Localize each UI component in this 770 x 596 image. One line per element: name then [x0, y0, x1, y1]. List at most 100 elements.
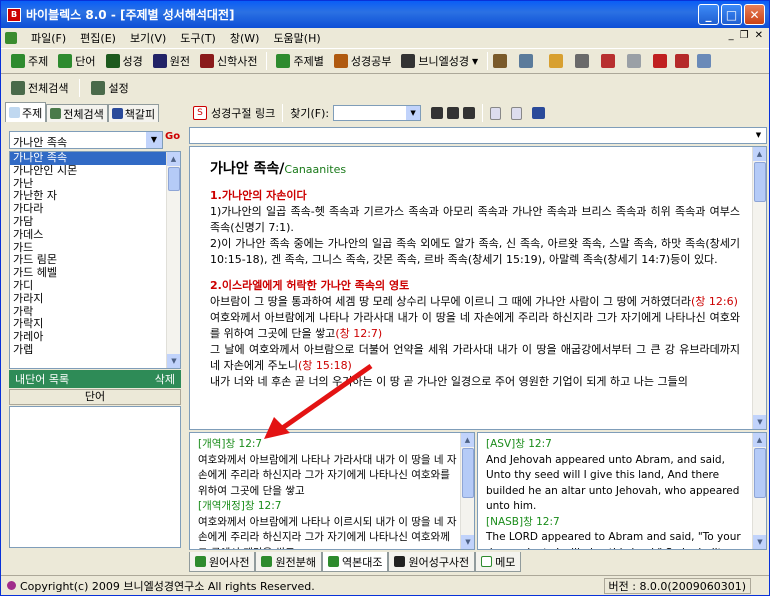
list-scrollbar[interactable]: ▲ ▼: [166, 152, 180, 368]
theme-tab-icon: [9, 107, 20, 118]
list-item[interactable]: 가데스: [10, 228, 180, 242]
verse-link-button[interactable]: 성경구절 링크: [211, 105, 275, 121]
dictionary-button[interactable]: 신학사전: [196, 51, 261, 71]
status-icon: [7, 581, 16, 590]
my-words-bar: 내단어 목록 삭제: [9, 370, 181, 388]
list-item[interactable]: 가디: [10, 279, 180, 293]
verse-link[interactable]: (창 12:6): [691, 295, 738, 308]
list-item[interactable]: 가담: [10, 215, 180, 229]
maximize-button[interactable]: □: [721, 4, 742, 25]
minimize-button[interactable]: _: [698, 4, 719, 25]
verse-link[interactable]: (창 15:18): [298, 359, 352, 372]
menu-view[interactable]: 보기(V): [130, 30, 166, 46]
list-item[interactable]: 가레아: [10, 330, 180, 344]
tab-search-all[interactable]: 전체검색: [46, 104, 108, 122]
version-heading: [개역개정]창 12:7: [198, 500, 282, 512]
list-item[interactable]: 가다라: [10, 202, 180, 216]
content-view: 가나안 족속/Canaanites 1.가나안의 자손이다 1)가나안의 일곱 …: [189, 146, 767, 430]
tool-d-icon[interactable]: [575, 54, 590, 68]
chevron-down-icon[interactable]: ▼: [751, 128, 766, 143]
copyright-text: Copyright(c) 2009 브니엘성경연구소 All rights Re…: [20, 579, 315, 593]
tab-bookmark[interactable]: 책갈피: [107, 104, 160, 122]
menu-tools[interactable]: 도구(T): [180, 30, 216, 46]
original-button[interactable]: 원전: [149, 51, 194, 71]
topic-combo[interactable]: 가나안 족속 ▼: [9, 131, 163, 149]
version-heading: [개역]창 12:7: [198, 438, 263, 450]
tab-version-compare[interactable]: 역본대조: [321, 552, 389, 572]
menu-edit[interactable]: 편집(E): [80, 30, 116, 46]
version-heading: [ASV]창 12:7: [486, 438, 552, 450]
page-title: 가나안 족속/Canaanites: [210, 161, 347, 177]
topic-icon: [276, 54, 291, 68]
link-icon[interactable]: S: [193, 106, 207, 120]
settings-icon: [91, 81, 106, 95]
tool-f-icon[interactable]: [627, 54, 642, 68]
page-icon[interactable]: [490, 106, 502, 120]
find-next-icon[interactable]: [447, 107, 460, 119]
version-compare-icon: [327, 556, 339, 567]
search-all-button[interactable]: 전체검색: [7, 78, 72, 98]
tab-theme[interactable]: 주제: [5, 102, 47, 122]
compare-right-scrollbar[interactable]: ▲ ▼: [752, 433, 766, 549]
compare-right-pane: [ASV]창 12:7 And Jehovah appeared unto Ab…: [477, 432, 767, 550]
compare-left-scrollbar[interactable]: ▲ ▼: [460, 433, 474, 549]
tool-c-icon[interactable]: [549, 54, 564, 68]
peniel-bible-button[interactable]: 브니엘성경 ▼: [397, 51, 482, 71]
list-item[interactable]: 가라지: [10, 292, 180, 306]
mdi-minimize-button[interactable]: _: [729, 30, 734, 41]
bible-button[interactable]: 성경: [102, 51, 147, 71]
menu-bar: 파일(F) 편집(E) 보기(V) 도구(T) 창(W) 도움말(H): [1, 28, 769, 48]
dropdown-arrow-icon: ▼: [471, 56, 479, 66]
list-item[interactable]: 가드 헤벨: [10, 266, 180, 280]
verse-link[interactable]: (창 12:7): [335, 327, 382, 340]
tool-h-icon[interactable]: [675, 54, 690, 68]
original-analysis-icon: [261, 556, 273, 567]
word-column-header: 단어: [9, 389, 181, 405]
list-item[interactable]: 가렙: [10, 343, 180, 357]
tool-i-icon[interactable]: [697, 54, 712, 68]
study-button[interactable]: 성경공부: [330, 51, 395, 71]
word-button[interactable]: 단어: [54, 51, 99, 71]
topic-button[interactable]: 주제별: [272, 51, 327, 71]
study-icon: [333, 54, 348, 68]
tab-original-analysis[interactable]: 원전분해: [255, 552, 322, 572]
verse-text: And Jehovah appeared unto Abram, and sai…: [486, 453, 740, 513]
list-item[interactable]: 가나안인 시몬: [10, 164, 180, 178]
tool-e-icon[interactable]: [601, 54, 616, 68]
tool-b-icon[interactable]: [519, 54, 534, 68]
verse-text: 여호와께서 아브람에게 나타나 가라사대 내가 이 땅을 네 자손에게 주리라 …: [198, 453, 457, 497]
find-icon[interactable]: [431, 107, 444, 119]
content-scrollbar[interactable]: ▲ ▼: [752, 147, 766, 429]
menu-window[interactable]: 창(W): [230, 30, 260, 46]
address-combo[interactable]: ▼: [189, 127, 767, 144]
original-icon: [152, 54, 167, 68]
section-heading: 2.이스라엘에게 허락한 가나안 족속의 영토: [210, 279, 410, 292]
page-copy-icon[interactable]: [511, 106, 523, 120]
menu-help[interactable]: 도움말(H): [273, 30, 320, 46]
tab-original-concordance[interactable]: 원어성구사전: [388, 552, 476, 572]
paragraph: 여호와께서 아브람에게 나타나 가라사대 내가 이 땅을 네 자손에게 주리라 …: [210, 311, 740, 340]
tab-original-dictionary[interactable]: 원어사전: [189, 552, 256, 572]
paragraph: 2)이 가나안 족속 중에는 가나안의 일곱 족속 외에도 알가 족속, 신 족…: [210, 237, 740, 266]
chevron-down-icon[interactable]: ▼: [146, 132, 162, 148]
go-button[interactable]: Go: [165, 131, 181, 149]
find-input[interactable]: ▼: [333, 105, 422, 121]
paragraph: 내가 너와 네 후손 곧 너의 우거하는 이 땅 곧 가나안 일경으로 주어 영…: [210, 375, 688, 388]
tab-memo[interactable]: 메모: [475, 552, 522, 572]
theme-icon: [11, 54, 25, 68]
mdi-restore-button[interactable]: ❐: [740, 30, 749, 41]
mdi-close-button[interactable]: ✕: [755, 30, 763, 41]
close-button[interactable]: ✕: [744, 4, 765, 25]
tool-g-icon[interactable]: [653, 54, 668, 68]
menu-file[interactable]: 파일(F): [31, 30, 66, 46]
list-item[interactable]: 가나안 족속: [10, 152, 180, 165]
book-icon[interactable]: [532, 107, 546, 119]
content-toolbar: S 성경구절 링크 찾기(F): ▼: [189, 102, 767, 124]
my-words-list: [9, 406, 181, 548]
theme-button[interactable]: 주제: [7, 51, 52, 71]
main-toolbar: 주제 단어 성경 원전 신학사전 주제별 성경공부 브니엘성경 ▼: [1, 48, 769, 74]
tool-a-icon[interactable]: [493, 54, 508, 68]
delete-button[interactable]: 삭제: [155, 371, 175, 387]
find-prev-icon[interactable]: [463, 107, 476, 119]
settings-button[interactable]: 설정: [87, 78, 132, 98]
